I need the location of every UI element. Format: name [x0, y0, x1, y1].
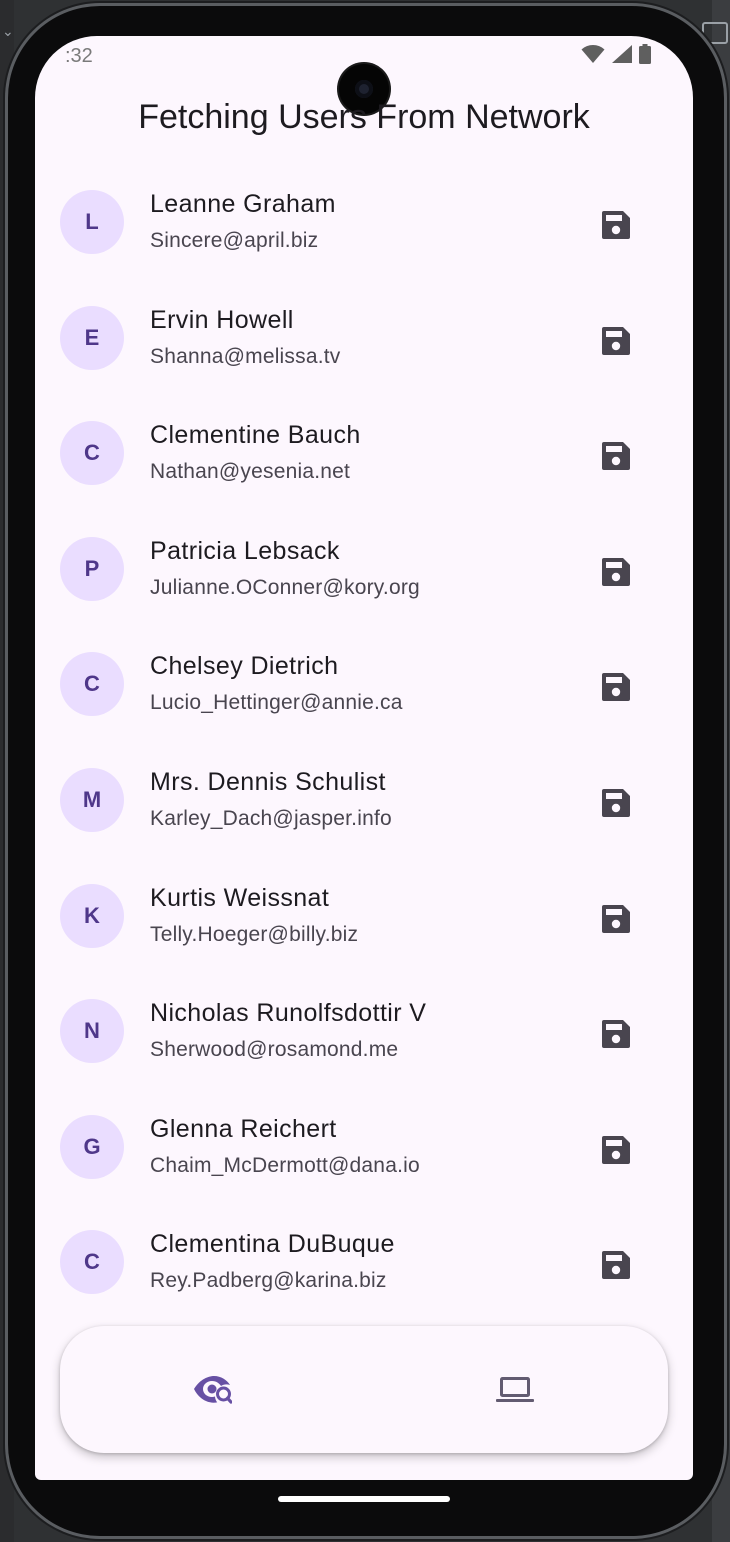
save-icon — [602, 326, 630, 355]
list-item[interactable]: G Glenna Reichert Chaim_McDermott@dana.i… — [35, 1088, 693, 1204]
save-icon — [602, 673, 630, 702]
eye-search-icon — [194, 1376, 232, 1404]
user-email: Lucio_Hettinger@annie.ca — [150, 691, 403, 715]
list-item[interactable]: L Leanne Graham Sincere@april.biz — [35, 163, 693, 279]
save-icon — [602, 1020, 630, 1049]
user-email: Julianne.OConner@kory.org — [150, 575, 420, 599]
list-item[interactable]: M Mrs. Dennis Schulist Karley_Dach@jaspe… — [35, 741, 693, 857]
bottom-navigation-bar — [60, 1326, 668, 1453]
avatar: M — [60, 767, 124, 832]
save-button[interactable] — [596, 321, 636, 361]
wifi-icon — [581, 45, 605, 63]
laptop-icon — [496, 1377, 534, 1402]
user-name: Clementina DuBuque — [150, 1230, 395, 1259]
save-button[interactable] — [596, 667, 636, 707]
user-name: Leanne Graham — [150, 190, 336, 218]
avatar: G — [60, 1114, 124, 1179]
user-email: Shanna@melissa.tv — [150, 344, 341, 368]
save-icon — [602, 788, 630, 817]
save-button[interactable] — [596, 436, 636, 476]
avatar-initial: G — [83, 1133, 101, 1159]
save-button[interactable] — [596, 552, 636, 592]
save-button[interactable] — [596, 205, 636, 245]
avatar: L — [60, 190, 124, 254]
avatar-initial: E — [84, 324, 100, 350]
avatar-initial: C — [84, 440, 100, 466]
user-name: Patricia Lebsack — [150, 536, 340, 565]
user-email: Telly.Hoeger@billy.biz — [150, 922, 359, 946]
user-email: Rey.Padberg@karina.biz — [150, 1269, 387, 1293]
user-name: Nicholas Runolfsdottir V — [150, 999, 427, 1028]
list-item[interactable]: P Patricia Lebsack Julianne.OConner@kory… — [35, 510, 693, 626]
user-email: Chaim_McDermott@dana.io — [150, 1153, 420, 1177]
home-indicator[interactable] — [278, 1496, 450, 1502]
user-name: Clementine Bauch — [150, 421, 361, 450]
user-name: Chelsey Dietrich — [150, 652, 339, 681]
status-icons — [581, 44, 651, 64]
save-button[interactable] — [596, 1014, 636, 1054]
avatar-initial: P — [84, 555, 100, 581]
app-screen: :32 Fetching Users From Network L Leanne… — [35, 36, 693, 1480]
save-button[interactable] — [596, 899, 636, 939]
save-icon — [602, 904, 630, 933]
save-icon — [602, 211, 630, 239]
avatar-initial: C — [84, 671, 100, 697]
monitor-icon[interactable] — [702, 22, 728, 44]
avatar: E — [60, 305, 124, 370]
page-title: Fetching Users From Network — [138, 98, 590, 136]
list-item[interactable]: N Nicholas Runolfsdottir V Sherwood@rosa… — [35, 972, 693, 1088]
save-button[interactable] — [596, 1130, 636, 1170]
user-name: Mrs. Dennis Schulist — [150, 767, 386, 796]
user-email: Karley_Dach@jasper.info — [150, 806, 392, 830]
avatar-initial: N — [84, 1018, 100, 1044]
user-email: Nathan@yesenia.net — [150, 460, 351, 484]
avatar-initial: M — [82, 786, 102, 812]
avatar: N — [60, 999, 124, 1064]
list-item[interactable]: C Clementine Bauch Nathan@yesenia.net — [35, 394, 693, 510]
user-email: Sherwood@rosamond.me — [150, 1038, 399, 1062]
save-button[interactable] — [596, 1245, 636, 1285]
avatar: C — [60, 421, 124, 486]
avatar-initial: C — [84, 1249, 100, 1275]
save-icon — [602, 1251, 630, 1280]
chevron-down-icon[interactable]: ⌄ — [2, 24, 14, 40]
user-name: Kurtis Weissnat — [150, 883, 330, 912]
avatar: C — [60, 1230, 124, 1295]
avatar: P — [60, 536, 124, 601]
list-item[interactable]: C Chelsey Dietrich Lucio_Hettinger@annie… — [35, 625, 693, 741]
nav-item-device[interactable] — [485, 1360, 545, 1420]
save-icon — [602, 442, 630, 471]
device-chin — [35, 1480, 693, 1530]
avatar-initial: L — [85, 209, 99, 234]
status-time: :32 — [65, 45, 93, 67]
nav-item-watch[interactable] — [182, 1360, 242, 1420]
list-item[interactable]: E Ervin Howell Shanna@melissa.tv — [35, 279, 693, 395]
save-button[interactable] — [596, 783, 636, 823]
user-name: Glenna Reichert — [150, 1114, 337, 1143]
avatar: K — [60, 883, 124, 948]
user-list: L Leanne Graham Sincere@april.biz E Ervi… — [35, 163, 693, 1319]
user-name: Ervin Howell — [150, 305, 294, 334]
cell-signal-icon — [612, 45, 632, 63]
list-item[interactable]: K Kurtis Weissnat Telly.Hoeger@billy.biz — [35, 857, 693, 973]
avatar-initial: K — [84, 902, 100, 928]
save-icon — [602, 1135, 630, 1164]
list-item[interactable]: C Clementina DuBuque Rey.Padberg@karina.… — [35, 1203, 693, 1319]
save-icon — [602, 557, 630, 586]
avatar: C — [60, 652, 124, 717]
battery-icon — [639, 44, 651, 64]
user-email: Sincere@april.biz — [150, 229, 319, 252]
